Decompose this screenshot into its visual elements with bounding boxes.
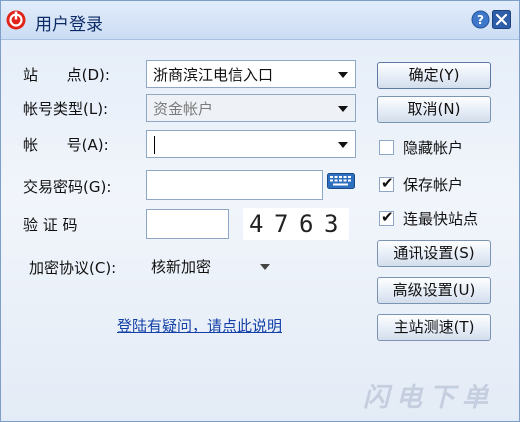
login-dialog: 用户登录 ? 站 点(D): 浙商滨江电信入口 帐号类型(L): 资金帐户 帐 …: [0, 0, 520, 422]
captcha-digit: 3: [324, 210, 339, 238]
soft-keyboard-icon[interactable]: [327, 173, 355, 189]
svg-text:?: ?: [477, 13, 484, 27]
save-account-label: 保存帐户: [403, 176, 464, 194]
chevron-down-icon: [338, 106, 348, 112]
fastest-site-label: 连最快站点: [403, 210, 479, 228]
ok-button[interactable]: 确定(Y): [377, 62, 491, 89]
password-label: 交易密码(G):: [23, 178, 112, 196]
account-type-label: 帐号类型(L):: [23, 100, 109, 118]
close-button[interactable]: [492, 10, 511, 29]
captcha-digit: 7: [274, 210, 289, 238]
check-icon: ✔: [381, 208, 394, 226]
advanced-settings-button[interactable]: 高级设置(U): [377, 277, 491, 304]
account-input[interactable]: [146, 130, 356, 158]
password-input[interactable]: [146, 170, 323, 200]
encryption-select[interactable]: 核新加密: [146, 252, 282, 280]
site-label: 站 点(D):: [23, 66, 110, 84]
captcha-label: 验 证 码: [23, 216, 78, 234]
site-value: 浙商滨江电信入口: [153, 66, 274, 84]
cancel-button[interactable]: 取消(N): [377, 96, 491, 123]
account-label: 帐 号(A):: [23, 136, 109, 154]
account-type-select[interactable]: 资金帐户: [146, 94, 356, 122]
title-bar: 用户登录 ?: [1, 1, 519, 40]
speed-test-button[interactable]: 主站测速(T): [377, 314, 491, 341]
encryption-value: 核新加密: [151, 258, 212, 276]
captcha-digit: 6: [299, 210, 314, 238]
encryption-label: 加密协议(C):: [29, 259, 117, 277]
comm-settings-button[interactable]: 通讯设置(S): [377, 240, 491, 267]
account-type-value: 资金帐户: [153, 100, 214, 118]
app-logo-icon: [6, 10, 26, 30]
hide-account-label: 隐藏帐户: [403, 139, 464, 157]
hide-account-checkbox[interactable]: [379, 140, 394, 155]
watermark-text: 闪电下单: [363, 383, 496, 413]
check-icon: ✔: [381, 174, 394, 192]
window-title: 用户登录: [35, 15, 103, 35]
help-button[interactable]: ?: [471, 10, 490, 29]
text-caret: [154, 136, 155, 154]
fastest-site-checkbox[interactable]: ✔: [379, 208, 394, 226]
captcha-image[interactable]: 4 7 6 3: [243, 208, 349, 240]
captcha-digit: 4: [249, 210, 264, 238]
chevron-down-icon: [338, 72, 348, 78]
chevron-down-icon: [338, 142, 348, 148]
login-help-link[interactable]: 登陆有疑问，请点此说明: [117, 315, 282, 336]
save-account-checkbox[interactable]: ✔: [379, 174, 394, 192]
captcha-input[interactable]: [146, 209, 229, 239]
close-icon: [492, 10, 511, 29]
chevron-down-icon: [260, 264, 270, 270]
site-select[interactable]: 浙商滨江电信入口: [146, 60, 356, 88]
help-icon: ?: [471, 10, 490, 29]
